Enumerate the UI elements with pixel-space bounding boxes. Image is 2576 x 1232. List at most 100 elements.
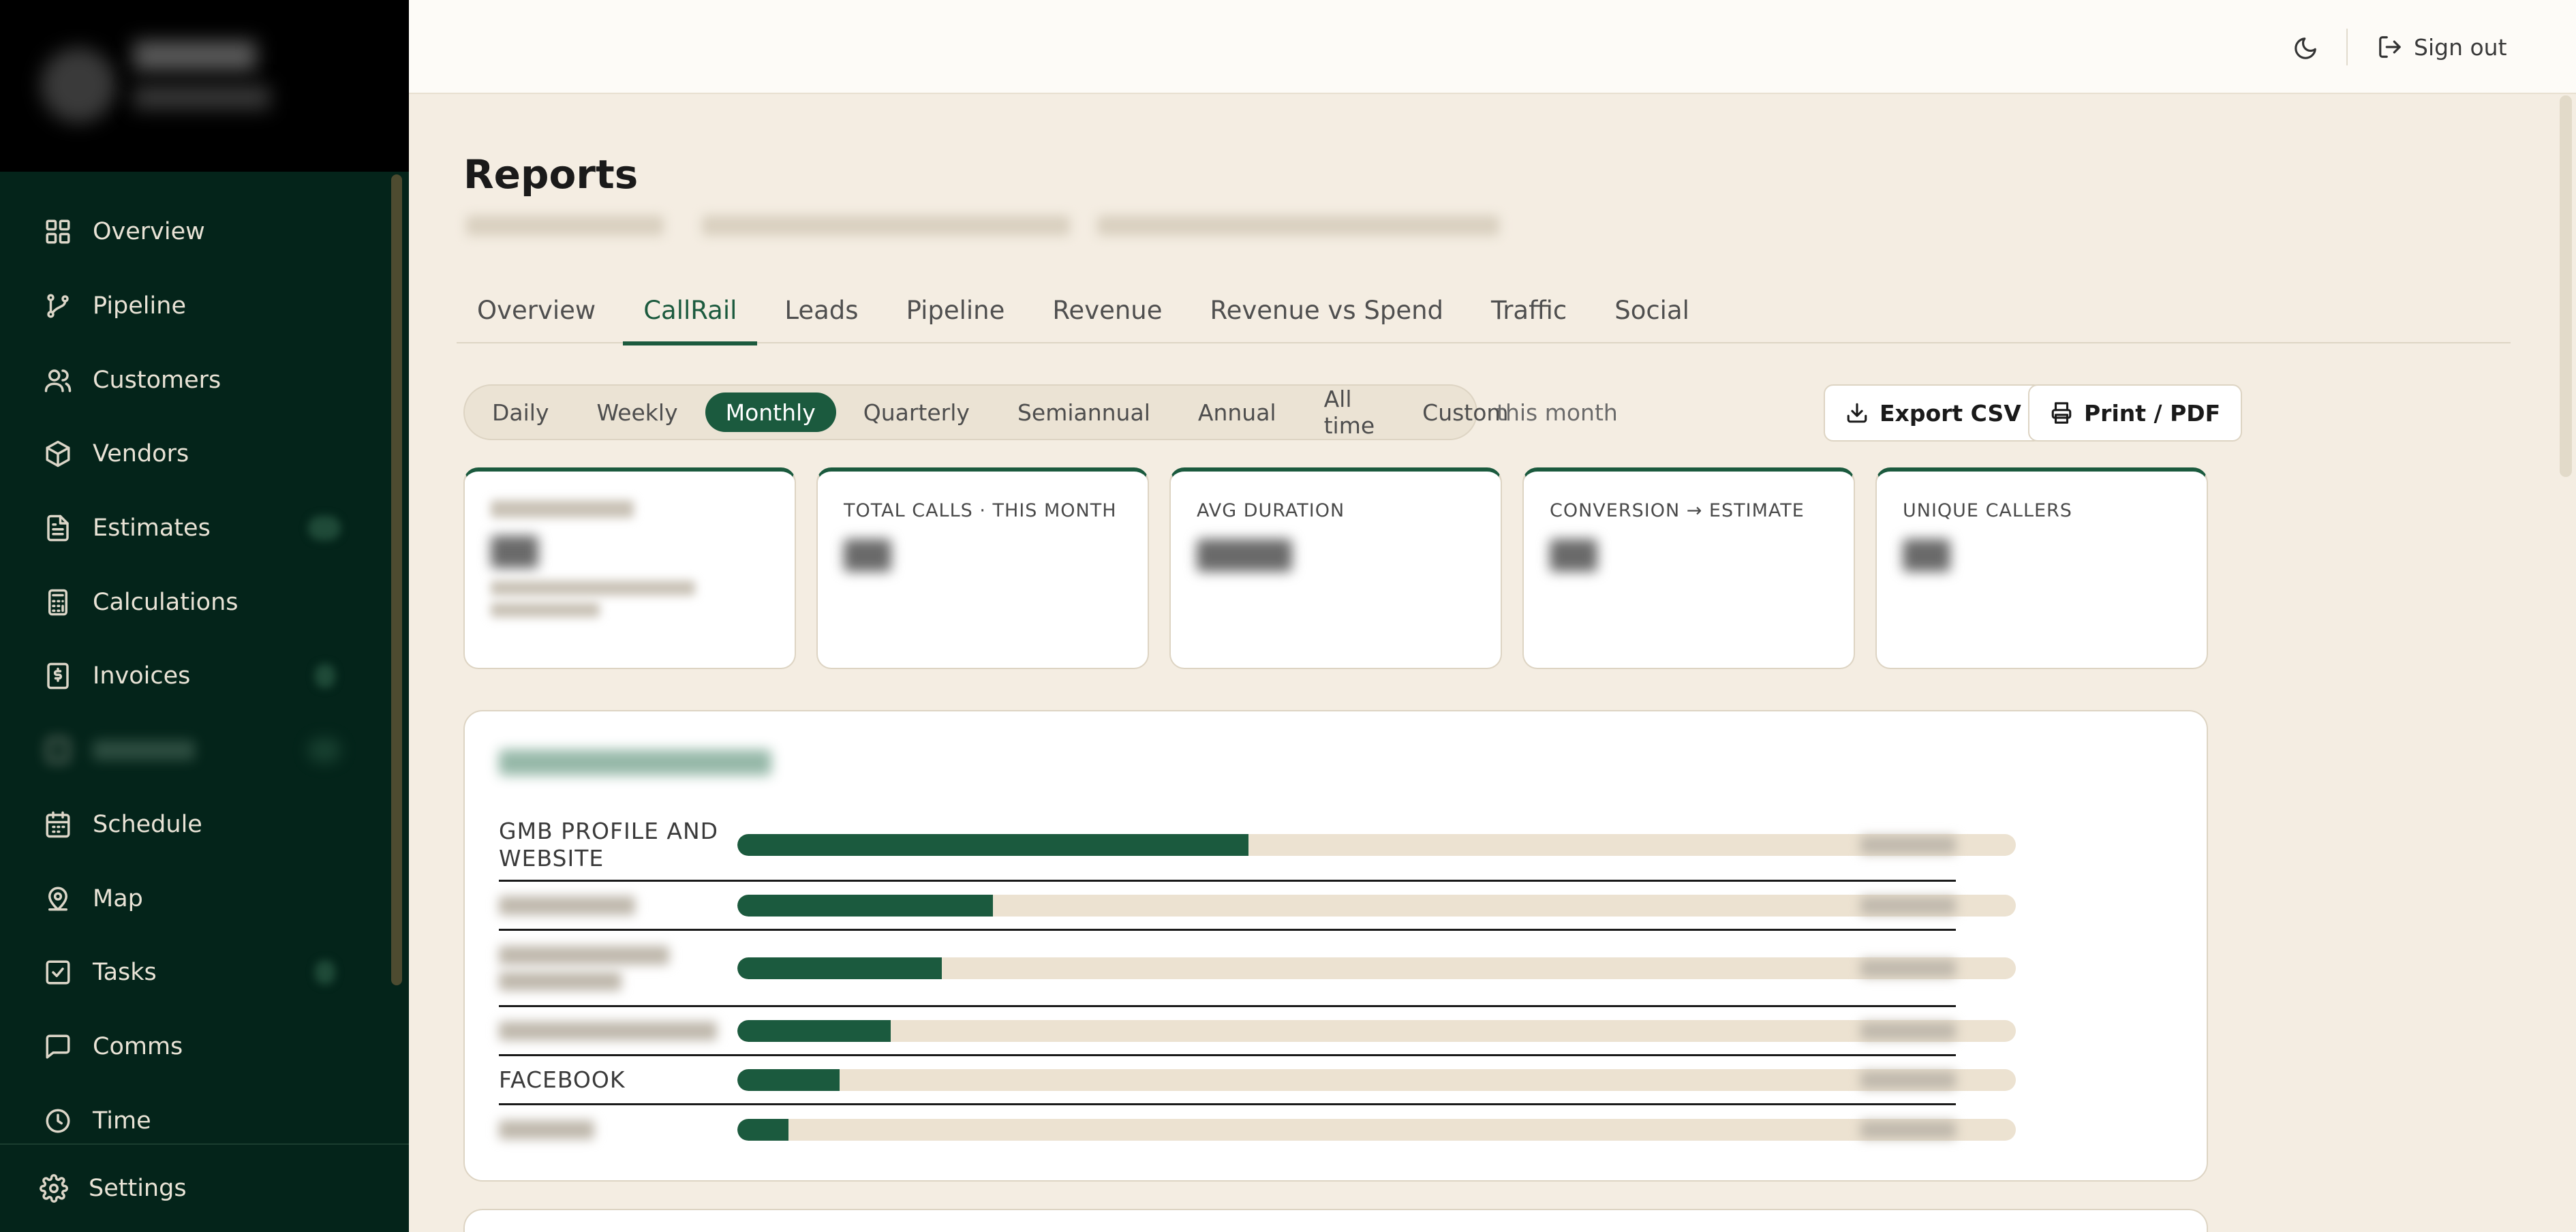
- source-bar-fill: [737, 957, 942, 979]
- print-pdf-button[interactable]: Print / PDF: [2028, 384, 2243, 442]
- receipt-icon: [47, 663, 69, 690]
- kpi-value: [1550, 539, 1597, 572]
- sidebar-item-label: Time: [93, 1107, 151, 1135]
- tab-revenue[interactable]: Revenue: [1032, 293, 1182, 343]
- kpi-value: [491, 536, 538, 568]
- source-label-redacted: [499, 1120, 737, 1139]
- file-icon: [47, 514, 69, 542]
- theme-toggle-button[interactable]: [2288, 31, 2322, 65]
- tab-revenue-vs-spend[interactable]: Revenue vs Spend: [1190, 293, 1465, 343]
- source-bar-fill: [737, 1119, 789, 1141]
- brand-logo: [41, 48, 116, 123]
- sidebar-item-label: Vendors: [93, 440, 189, 468]
- period-daily[interactable]: Daily: [472, 392, 570, 432]
- source-bar-track: [737, 1119, 2016, 1141]
- kpi-label: CONVERSION → ESTIMATE: [1550, 500, 1805, 521]
- sidebar-item-label: Overview: [93, 218, 205, 246]
- kpi-value: [1197, 539, 1292, 572]
- sidebar-badge: [308, 515, 341, 540]
- period-quarterly[interactable]: Quarterly: [843, 392, 990, 432]
- source-row: GMB PROFILE AND WEBSITE: [499, 810, 2016, 882]
- page-title: Reports: [463, 151, 639, 198]
- period-semiannual[interactable]: Semiannual: [997, 392, 1171, 432]
- sidebar-item-label: Customers: [93, 366, 221, 394]
- sidebar-item-calculations[interactable]: Calculations: [0, 565, 390, 639]
- source-label-redacted: [499, 1021, 737, 1041]
- sidebar-scrollbar[interactable]: [391, 174, 402, 985]
- sidebar-item-schedule[interactable]: Schedule: [0, 788, 390, 862]
- kpi-card-total-calls: TOTAL CALLS · THIS MONTH: [816, 467, 1149, 669]
- source-row: FACEBOOK: [499, 1056, 2016, 1105]
- sidebar-item-pipeline[interactable]: Pipeline: [0, 269, 390, 343]
- export-csv-button[interactable]: Export CSV: [1824, 384, 2043, 442]
- tab-overview[interactable]: Overview: [457, 293, 616, 343]
- source-value-redacted: [1860, 959, 1956, 977]
- period-weekly[interactable]: Weekly: [577, 392, 699, 432]
- sidebar-item-label-redacted: [93, 740, 195, 761]
- source-bar-track: [737, 957, 2016, 979]
- sidebar-item-label: Calculations: [93, 588, 239, 616]
- kpi-label: TOTAL CALLS · THIS MONTH: [844, 500, 1117, 521]
- source-value-redacted: [1860, 1021, 1956, 1040]
- sidebar-item-tasks[interactable]: Tasks: [0, 936, 390, 1010]
- sidebar-item-vendors[interactable]: Vendors: [0, 417, 390, 491]
- branch-icon: [47, 294, 69, 318]
- main-scrollbar[interactable]: [2560, 95, 2572, 477]
- sidebar-item-label: Invoices: [93, 662, 191, 690]
- sidebar-item-invoices[interactable]: Invoices: [0, 639, 390, 713]
- source-label: FACEBOOK: [499, 1066, 626, 1093]
- checkbox-icon: [46, 960, 70, 985]
- source-value-redacted: [1860, 896, 1956, 914]
- sidebar-item-settings[interactable]: Settings: [0, 1143, 409, 1232]
- sign-out-button[interactable]: Sign out: [2377, 29, 2507, 65]
- sidebar-item-estimates[interactable]: Estimates: [0, 491, 390, 566]
- source-bar-track: [737, 1068, 2016, 1091]
- breadcrumb-redacted: [702, 215, 1070, 236]
- period-annual[interactable]: Annual: [1178, 392, 1297, 432]
- sidebar-item-redacted[interactable]: [0, 713, 390, 788]
- period-monthly[interactable]: Monthly: [705, 392, 836, 432]
- brand-tagline: [134, 86, 270, 109]
- sidebar-item-label: Pipeline: [93, 292, 186, 320]
- breadcrumb-redacted: [466, 215, 664, 236]
- users-icon: [44, 369, 72, 392]
- kpi-label: UNIQUE CALLERS: [1903, 500, 2072, 521]
- map-pin-icon: [48, 887, 67, 911]
- log-out-icon: [2379, 36, 2401, 58]
- source-row: [499, 882, 2016, 931]
- source-label: GMB PROFILE AND WEBSITE: [499, 817, 719, 872]
- sidebar-item-map[interactable]: Map: [0, 861, 390, 936]
- tab-traffic[interactable]: Traffic: [1471, 293, 1587, 343]
- sidebar-item-label: Schedule: [93, 810, 202, 838]
- tab-leads[interactable]: Leads: [764, 293, 878, 343]
- print-pdf-label: Print / PDF: [2084, 399, 2221, 427]
- tab-pipeline[interactable]: Pipeline: [886, 293, 1026, 343]
- tab-callrail[interactable]: CallRail: [623, 293, 758, 345]
- breadcrumb-redacted: [1097, 215, 1499, 236]
- sidebar-badge: [315, 664, 335, 689]
- source-value-redacted: [1860, 835, 1956, 854]
- source-bar-fill: [737, 833, 1249, 856]
- period-all-time[interactable]: All time: [1304, 386, 1396, 439]
- period-note: this month: [1497, 399, 1618, 426]
- sidebar-item-comms[interactable]: Comms: [0, 1010, 390, 1084]
- panel-title-redacted: [499, 750, 771, 775]
- report-tabs: Overview CallRail Leads Pipeline Revenue…: [457, 293, 2511, 345]
- sidebar-item-customers[interactable]: Customers: [0, 343, 390, 417]
- brand-logo-area[interactable]: [0, 0, 409, 172]
- source-bar-track: [737, 894, 2016, 917]
- kpi-label-redacted: [491, 500, 634, 518]
- next-report-panel: [463, 1209, 2208, 1232]
- sidebar-item-label: Tasks: [93, 959, 157, 987]
- list-icon: [47, 738, 69, 763]
- calendar-icon: [46, 811, 70, 838]
- source-label-redacted: [499, 895, 737, 915]
- sidebar-item-overview[interactable]: Overview: [0, 195, 390, 269]
- tab-social[interactable]: Social: [1594, 293, 1710, 343]
- top-bar: [409, 0, 2576, 94]
- sidebar-badge: [315, 959, 335, 985]
- sidebar-nav: Overview Pipeline Customers Vendors Esti…: [0, 195, 390, 1158]
- gear-icon: [40, 1174, 68, 1203]
- source-row: [499, 1105, 2016, 1154]
- kpi-value: [1903, 539, 1950, 572]
